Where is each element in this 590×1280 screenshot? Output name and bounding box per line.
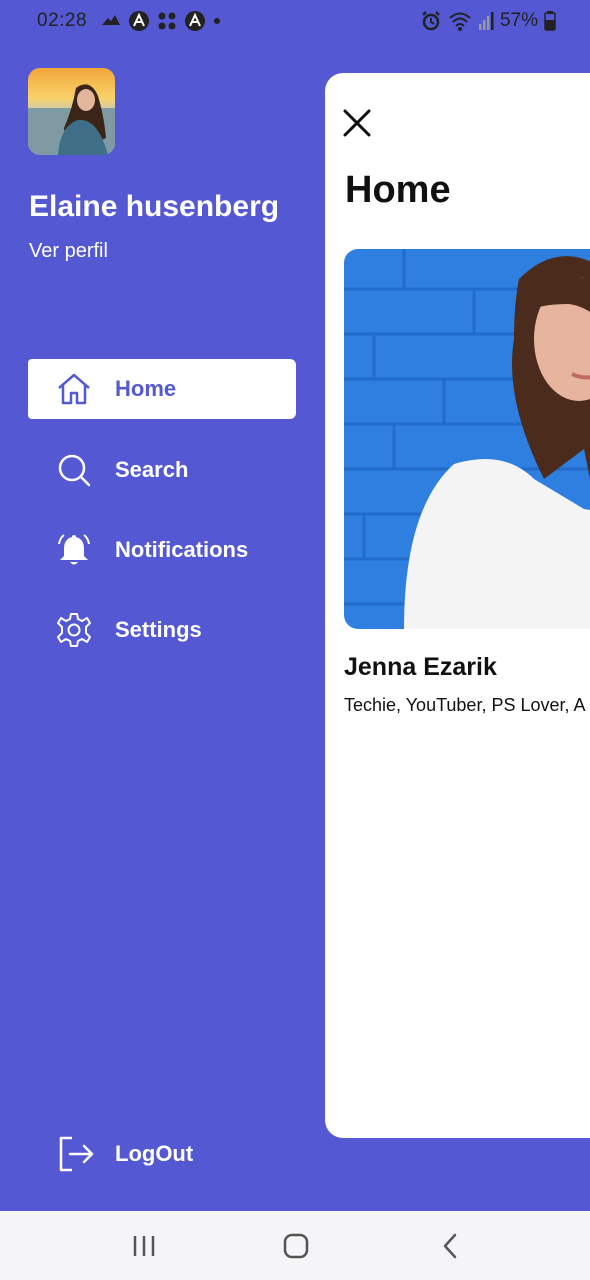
app-icon [185, 11, 205, 31]
profile-photo [344, 249, 590, 629]
home-icon [58, 373, 90, 405]
logout-label: LogOut [115, 1141, 194, 1166]
card-name: Jenna Ezarik [344, 653, 497, 681]
menu-item-settings[interactable]: Settings [28, 600, 296, 660]
dot-icon [214, 18, 220, 24]
menu-item-notifications[interactable]: Notifications [28, 520, 296, 580]
battery-icon [544, 11, 556, 31]
card-bio: Techie, YouTuber, PS Lover, A [344, 695, 586, 715]
page-title: Home [345, 169, 451, 211]
view-profile-link[interactable]: Ver perfil [29, 240, 108, 263]
back-icon[interactable] [434, 1229, 468, 1263]
bell-icon [58, 534, 90, 565]
grid-icon [158, 12, 176, 30]
status-bar: 02:28 57% [0, 0, 590, 44]
menu-item-label: Search [115, 457, 189, 482]
app-icon [129, 11, 149, 31]
menu-item-search[interactable]: Search [28, 440, 296, 500]
recents-icon[interactable] [127, 1229, 161, 1263]
home-circle-icon[interactable] [279, 1229, 313, 1263]
system-nav-bar [0, 1211, 590, 1280]
search-icon [58, 454, 91, 487]
status-right: 57% [420, 10, 556, 32]
card-image[interactable] [344, 249, 590, 629]
menu-item-home[interactable]: Home [28, 359, 296, 419]
wifi-icon [449, 12, 471, 31]
signal-icon [478, 12, 494, 30]
gear-icon [57, 613, 91, 647]
battery-percent: 57% [499, 10, 538, 31]
alarm-icon [422, 11, 440, 31]
cloud-icon [102, 15, 120, 25]
logout-button[interactable]: LogOut [28, 1128, 296, 1184]
close-icon[interactable] [341, 107, 373, 139]
avatar-photo [28, 68, 115, 155]
logout-icon [59, 1136, 94, 1172]
user-name: Elaine husenberg [29, 190, 280, 223]
home-panel: Home Jenna Ezarik Techie, YouTuber, PS L… [325, 73, 590, 1138]
status-time: 02:28 [37, 10, 88, 31]
menu-item-label: Home [115, 376, 177, 401]
status-left-icons [100, 10, 222, 32]
menu-item-label: Settings [115, 617, 202, 642]
avatar[interactable] [28, 68, 115, 155]
menu-item-label: Notifications [115, 537, 249, 562]
